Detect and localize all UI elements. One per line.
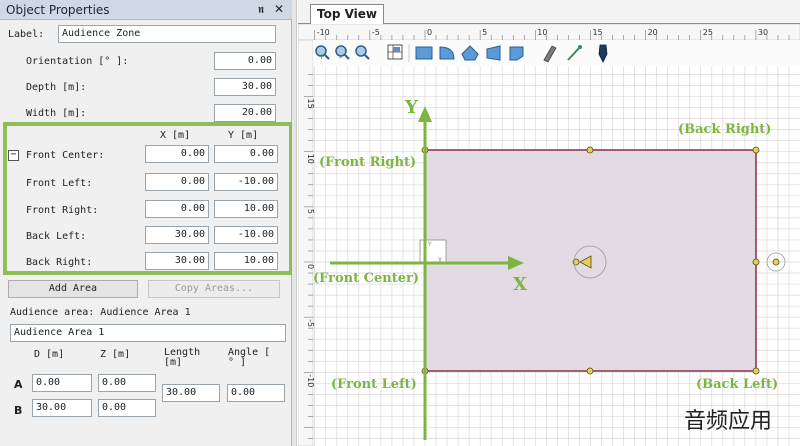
ruler-x-label: 0 [427, 28, 432, 37]
ruler-x-label: 15 [592, 28, 602, 37]
grid-snap-icon[interactable] [387, 44, 403, 60]
orientation-input[interactable]: 0.00 [214, 52, 276, 70]
audience-area-caption: Audience area: Audience Area 1 [10, 307, 191, 318]
ruler-y-label: 15 [306, 99, 315, 109]
handle-edge-right [752, 258, 760, 266]
row-a-z-input[interactable]: 0.00 [98, 374, 156, 392]
front-left-annotation: (Front Left) [331, 377, 417, 392]
row-b-d-input[interactable]: 30.00 [32, 399, 92, 417]
depth-input[interactable]: 30.00 [214, 78, 276, 96]
ruler-y-label: -5 [306, 319, 315, 327]
svg-text:-: - [339, 53, 342, 62]
row-b-label: B [14, 404, 23, 417]
col-length-header: Length [m] [164, 347, 201, 368]
highlight-box [3, 122, 293, 275]
width-input[interactable]: 20.00 [214, 104, 276, 122]
ruler-x-label: 30 [758, 28, 768, 37]
label-input[interactable]: Audience Zone [58, 25, 276, 43]
axis-x-label: X [513, 274, 527, 295]
ruler-y-label: 0 [306, 264, 315, 269]
view-toolbar [313, 40, 800, 66]
length-input[interactable]: 30.00 [162, 384, 220, 402]
handle-edge-top [586, 146, 594, 154]
tab-top-view[interactable]: Top View [310, 4, 384, 25]
ruler-x-label: 20 [648, 28, 658, 37]
ruler-x-label: -5 [372, 28, 380, 37]
row-b-z-input[interactable]: 0.00 [98, 399, 156, 417]
axis-y-label: Y [404, 97, 419, 118]
ruler-y-label: 10 [306, 154, 315, 164]
close-icon[interactable]: ✕ [272, 2, 286, 16]
orientation-caption: Orientation [° ]: [26, 56, 129, 67]
copy-areas-button[interactable]: Copy Areas... [148, 280, 280, 298]
col-d-header: D [m] [34, 349, 65, 360]
top-view-canvas[interactable]: -10 -5 0 5 10 15 20 25 30 15 10 5 0 -5 -10 + - [298, 24, 800, 446]
ruler-y-label: 5 [306, 209, 315, 214]
ruler-y-label: -10 [306, 374, 315, 387]
trapezoid-icon[interactable] [486, 45, 501, 61]
col-z-header: Z [m] [100, 349, 131, 360]
back-left-annotation: (Back Left) [696, 377, 778, 392]
front-center-annotation: (Front Center) [313, 271, 419, 286]
ruler-x-label: -10 [317, 28, 330, 37]
row-a-label: A [14, 378, 23, 391]
pin-icon[interactable]: 𝖓 [254, 2, 268, 16]
angle-input[interactable]: 0.00 [227, 384, 285, 402]
width-caption: Width [m]: [26, 108, 87, 119]
svg-text:+: + [318, 52, 325, 61]
col-angle-header: Angle [ ° ] [228, 347, 271, 368]
handle-back-left [752, 367, 760, 375]
back-right-annotation: (Back Right) [678, 122, 771, 137]
panel-title: Object Properties [6, 3, 110, 17]
watermark-text: 音频应用 [684, 409, 772, 434]
ruler-x-label: 5 [482, 28, 487, 37]
front-right-annotation: (Front Right) [319, 155, 416, 170]
panel-titlebar: Object Properties 𝖓 ✕ [0, 0, 292, 20]
panel-splitter[interactable] [292, 0, 297, 446]
ruler-x-label: 25 [703, 28, 713, 37]
row-a-d-input[interactable]: 0.00 [32, 374, 92, 392]
depth-caption: Depth [m]: [26, 82, 87, 93]
handle-edge-bottom [586, 367, 594, 375]
handle-back-right [752, 146, 760, 154]
rectangle-icon[interactable] [415, 46, 433, 60]
area-name-input[interactable]: Audience Area 1 [10, 324, 286, 342]
add-area-button[interactable]: Add Area [8, 280, 138, 298]
origin-y-text: Y [427, 241, 432, 248]
ruler-x-label: 10 [537, 28, 547, 37]
outer-handle[interactable] [772, 258, 780, 266]
label-caption: Label: [8, 29, 45, 40]
